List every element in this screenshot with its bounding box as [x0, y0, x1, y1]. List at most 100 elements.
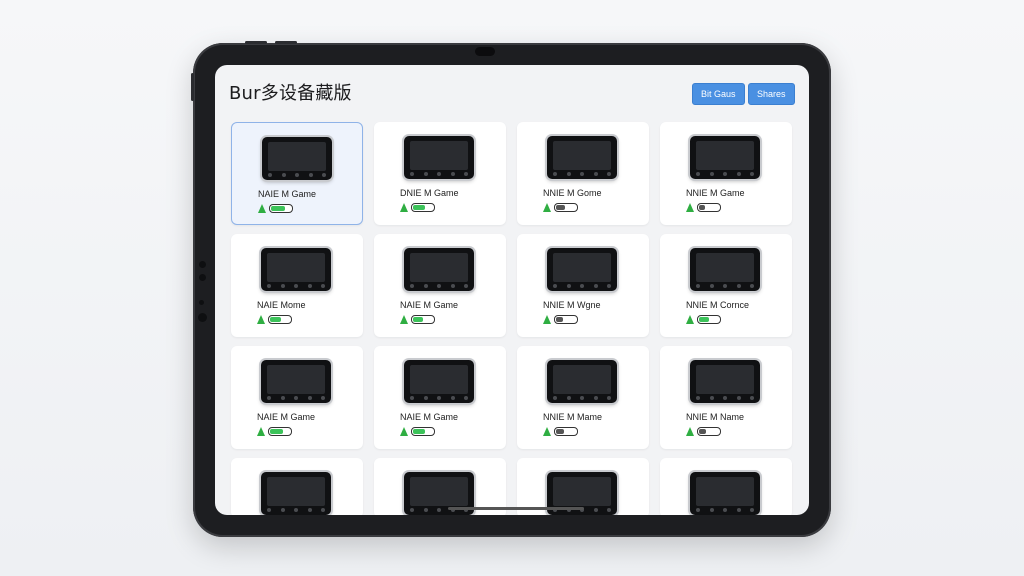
device-card[interactable]: NNIE M Mame: [517, 346, 649, 449]
battery-level: [413, 429, 425, 434]
device-card[interactable]: NNIE M Cornce: [660, 234, 792, 337]
device-card[interactable]: NNIE M Wgne: [517, 234, 649, 337]
device-card[interactable]: NNIE M Gome: [517, 122, 649, 225]
device-name: NNIE M Mame: [543, 412, 603, 422]
signal-arrow-icon: [400, 427, 408, 436]
bit-gaus-button[interactable]: Bit Gaus: [692, 83, 745, 105]
device-grid: NAIE M Game DNIE M Game NNIE M Gome NNIE M …: [231, 122, 793, 515]
handheld-console-icon: [261, 248, 331, 291]
signal-arrow-icon: [543, 315, 551, 324]
device-name: DNIE M Game: [400, 188, 459, 198]
handheld-console-icon: [262, 137, 332, 180]
device-status: [686, 203, 721, 212]
handheld-console-icon: [690, 472, 760, 515]
device-name: NAIE M Game: [400, 300, 459, 310]
device-status: [686, 427, 721, 436]
handheld-console-icon: [404, 136, 474, 179]
device-card[interactable]: NNIE M Name: [660, 346, 792, 449]
device-status: [400, 315, 435, 324]
signal-arrow-icon: [686, 427, 694, 436]
device-name: NNIE M Wgne: [543, 300, 601, 310]
device-card[interactable]: NNIE M Game: [660, 122, 792, 225]
battery-icon: [268, 315, 292, 324]
battery-level: [556, 429, 564, 434]
battery-icon: [697, 315, 721, 324]
battery-icon: [554, 427, 578, 436]
device-status: [400, 203, 435, 212]
device-card[interactable]: NAIE Mome: [231, 234, 363, 337]
signal-arrow-icon: [543, 427, 551, 436]
device-card[interactable]: NAIE M Game: [374, 346, 506, 449]
battery-icon: [268, 427, 292, 436]
side-sensor: [199, 261, 206, 268]
handheld-console-icon: [547, 248, 617, 291]
battery-level: [270, 317, 281, 322]
signal-arrow-icon: [257, 315, 265, 324]
device-card[interactable]: DNIE M Game: [374, 122, 506, 225]
device-card[interactable]: NAIE M Game: [231, 346, 363, 449]
device-name: NAIE M Game: [400, 412, 459, 422]
handheld-console-icon: [404, 360, 474, 403]
battery-level: [699, 429, 706, 434]
signal-arrow-icon: [686, 203, 694, 212]
device-card[interactable]: NAIE M Game: [231, 122, 363, 225]
side-sensor: [199, 274, 206, 281]
handheld-console-icon: [690, 360, 760, 403]
battery-level: [699, 205, 705, 210]
top-button: [245, 41, 267, 44]
handheld-console-icon: [547, 360, 617, 403]
device-status: [258, 204, 293, 213]
side-button: [191, 73, 194, 101]
device-status: [543, 315, 578, 324]
device-name: NNIE M Name: [686, 412, 745, 422]
device-card[interactable]: NAIE M Game: [374, 234, 506, 337]
handheld-console-icon: [404, 248, 474, 291]
battery-icon: [411, 203, 435, 212]
device-name: NNIE M Game: [686, 188, 745, 198]
battery-level: [271, 206, 285, 211]
battery-icon: [411, 315, 435, 324]
device-name: NAIE M Game: [257, 412, 316, 422]
battery-level: [270, 429, 283, 434]
battery-icon: [269, 204, 293, 213]
top-button: [275, 41, 297, 44]
handheld-console-icon: [547, 136, 617, 179]
device-status: [400, 427, 435, 436]
device-card[interactable]: [231, 458, 363, 515]
page-title: Bur多设备藏版: [229, 83, 352, 104]
tablet-frame: Bur多设备藏版 Bit Gaus Shares NAIE M Game DNIE…: [191, 41, 831, 537]
battery-icon: [554, 315, 578, 324]
device-name: NNIE M Cornce: [686, 300, 750, 310]
battery-level: [556, 317, 563, 322]
signal-arrow-icon: [257, 427, 265, 436]
camera-icon: [475, 47, 495, 56]
device-status: [257, 427, 292, 436]
device-status: [543, 203, 578, 212]
battery-icon: [411, 427, 435, 436]
battery-level: [413, 205, 425, 210]
handheld-console-icon: [261, 472, 331, 515]
handheld-console-icon: [261, 360, 331, 403]
signal-arrow-icon: [543, 203, 551, 212]
home-indicator[interactable]: [448, 507, 584, 510]
device-name: NAIE Mome: [257, 300, 306, 310]
device-name: NNIE M Gome: [543, 188, 602, 198]
battery-level: [556, 205, 565, 210]
signal-arrow-icon: [400, 315, 408, 324]
battery-level: [413, 317, 423, 322]
battery-icon: [554, 203, 578, 212]
signal-arrow-icon: [686, 315, 694, 324]
handheld-console-icon: [690, 248, 760, 291]
handheld-console-icon: [690, 136, 760, 179]
device-card[interactable]: [660, 458, 792, 515]
side-sensor: [199, 300, 204, 305]
signal-arrow-icon: [400, 203, 408, 212]
battery-icon: [697, 427, 721, 436]
side-sensor: [198, 313, 207, 322]
device-status: [686, 315, 721, 324]
app-screen: Bur多设备藏版 Bit Gaus Shares NAIE M Game DNIE…: [215, 65, 809, 515]
device-status: [543, 427, 578, 436]
battery-level: [699, 317, 709, 322]
shares-button[interactable]: Shares: [748, 83, 795, 105]
signal-arrow-icon: [258, 204, 266, 213]
